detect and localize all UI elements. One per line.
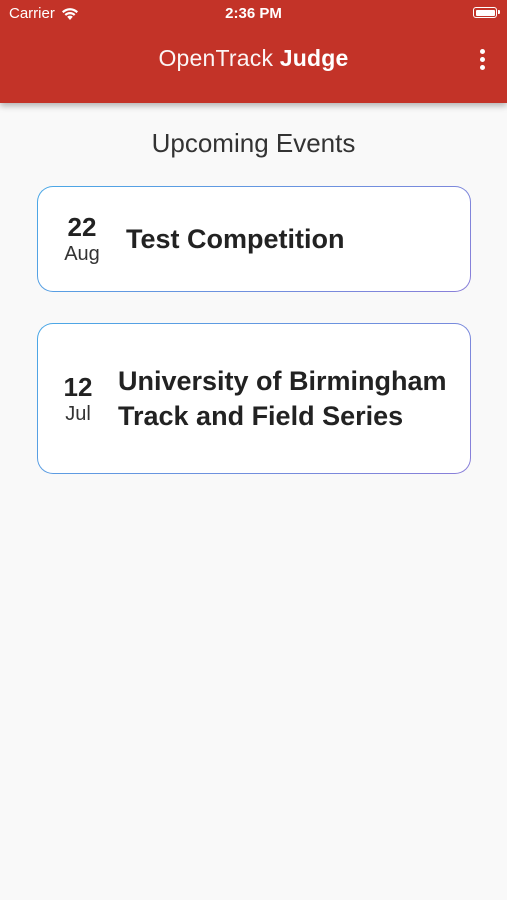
event-date: 12 Jul	[40, 372, 116, 426]
more-vert-icon-dot	[479, 64, 485, 70]
more-vert-icon	[479, 48, 485, 54]
event-day: 22	[67, 212, 97, 242]
event-card[interactable]: 12 Jul University of Birmingham Track an…	[37, 323, 471, 474]
battery-icon	[473, 7, 500, 18]
event-month: Aug	[64, 243, 100, 265]
status-bar: Carrier 2:36 PM	[0, 0, 507, 28]
more-vert-icon-dot	[479, 56, 485, 62]
more-options-button[interactable]	[471, 44, 493, 74]
event-name: University of Birmingham Track and Field…	[118, 365, 447, 431]
app-title-bold: Judge	[279, 45, 349, 71]
event-day: 12	[63, 371, 93, 402]
status-time: 2:36 PM	[225, 5, 282, 22]
event-month: Jul	[65, 402, 91, 425]
event-date: 22 Aug	[40, 212, 124, 266]
app-bar: Carrier 2:36 PM OpenTrack Judge	[0, 0, 507, 103]
event-name: Test Competition	[126, 223, 345, 254]
section-title: Upcoming Events	[151, 128, 356, 158]
app-title-regular: OpenTrack	[158, 45, 274, 71]
event-card[interactable]: 22 Aug Test Competition	[37, 186, 471, 292]
app-title: OpenTrack Judge	[0, 45, 507, 72]
